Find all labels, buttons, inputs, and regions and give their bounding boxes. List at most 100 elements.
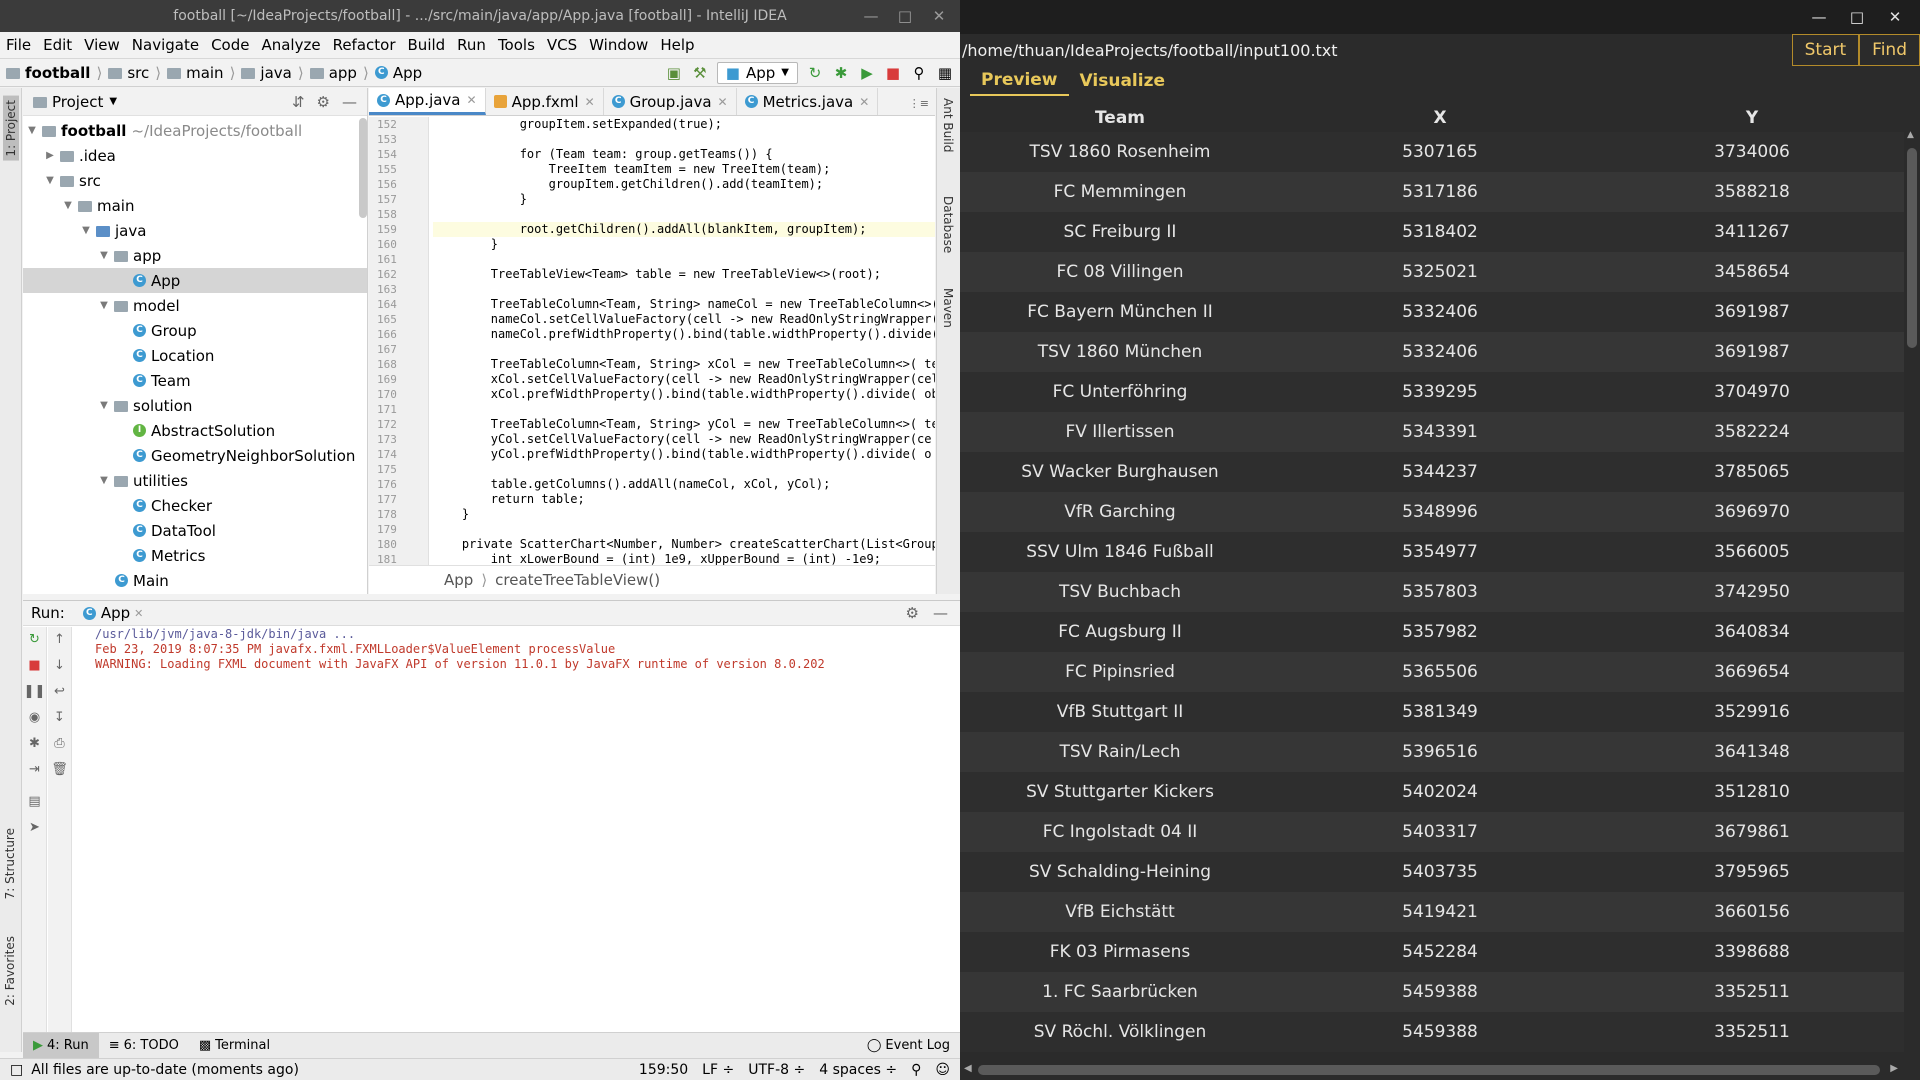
table-vertical-scrollbar[interactable]: ▲ — [1904, 130, 1920, 1060]
tree-item-main-class[interactable]: C Main — [23, 568, 367, 593]
camera-icon[interactable]: ◉ — [23, 705, 46, 731]
close-tab-icon[interactable]: ✕ — [467, 93, 477, 107]
table-row[interactable]: SC Freiburg II 5318402 3411267 — [960, 212, 1904, 252]
tree-item-team[interactable]: C Team — [23, 368, 367, 393]
minimize-icon[interactable]: — — [1802, 8, 1836, 26]
breadcrumb-app[interactable]: ⟩ app — [292, 64, 357, 82]
table-row[interactable]: FC Memmingen 5317186 3588218 — [960, 172, 1904, 212]
table-row[interactable]: SV Wacker Burghausen 5344237 3785065 — [960, 452, 1904, 492]
scrollbar-thumb[interactable] — [1907, 148, 1917, 348]
close-tab-icon[interactable]: ✕ — [718, 95, 728, 109]
run-config-select[interactable]: ■ App ▼ — [716, 61, 798, 84]
code-area[interactable]: 152 153 154 155 156 157 158 159 160 161 162 163 164 1… — [369, 117, 935, 565]
column-header-team[interactable]: Team — [960, 108, 1280, 128]
breadcrumb-main[interactable]: ⟩ main — [149, 64, 223, 82]
menu-tools[interactable]: Tools — [492, 36, 541, 54]
tool-tab-database[interactable]: Database — [941, 196, 955, 253]
arrow-up-icon[interactable]: ↑ — [48, 627, 71, 653]
tool-tab-run[interactable]: ▶ 4: Run — [23, 1032, 99, 1059]
table-row[interactable]: SSV Ulm 1846 Fußball 5354977 3566005 — [960, 532, 1904, 572]
search-icon[interactable]: ⚲ — [910, 64, 928, 82]
menu-code[interactable]: Code — [205, 36, 255, 54]
tree-item-main[interactable]: ▼ main — [23, 193, 367, 218]
line-separator[interactable]: LF ÷ — [702, 1062, 734, 1078]
scroll-right-icon[interactable]: ▶ — [1890, 1063, 1898, 1074]
breadcrumb-java[interactable]: ⟩ java — [224, 64, 292, 82]
tool-tab-project[interactable]: 1: Project — [3, 96, 19, 161]
trash-icon[interactable]: 🗑 — [48, 757, 71, 783]
close-icon[interactable]: ✕ — [922, 7, 956, 25]
rerun-icon[interactable]: ↻ — [806, 64, 824, 82]
table-row[interactable]: 1. FC Saarbrücken 5459388 3352511 — [960, 972, 1904, 1012]
tree-item-geometryneighborsolution[interactable]: C GeometryNeighborSolution — [23, 443, 367, 468]
tree-item-solution[interactable]: ▼ solution — [23, 393, 367, 418]
tab-metrics-java[interactable]: C Metrics.java ✕ — [737, 88, 879, 115]
close-tab-icon[interactable]: ✕ — [859, 95, 869, 109]
caret-position[interactable]: 159:50 — [639, 1062, 688, 1078]
tree-item-football[interactable]: ▼ football ~/IdeaProjects/football — [23, 118, 367, 143]
table-row[interactable]: FC Bayern München II 5332406 3691987 — [960, 292, 1904, 332]
find-button[interactable]: Find — [1859, 34, 1920, 66]
breadcrumb-project[interactable]: football — [6, 64, 90, 82]
editor-crumb-method[interactable]: createTreeTableView() — [495, 571, 660, 589]
menu-refactor[interactable]: Refactor — [327, 36, 402, 54]
tree-item-utilities[interactable]: ▼ utilities — [23, 468, 367, 493]
stop-icon[interactable]: ■ — [23, 653, 46, 679]
table-row[interactable]: FC Unterföhring 5339295 3704970 — [960, 372, 1904, 412]
tab-visualize[interactable]: Visualize — [1069, 66, 1176, 96]
tree-item-src[interactable]: ▼ src — [23, 168, 367, 193]
bug-icon[interactable]: ✱ — [23, 731, 46, 757]
table-row[interactable]: FK 03 Pirmasens 5452284 3398688 — [960, 932, 1904, 972]
table-row[interactable]: FC Pipinsried 5365506 3669654 — [960, 652, 1904, 692]
inspector-icon[interactable]: ☺ — [935, 1062, 950, 1078]
checkbox-icon[interactable]: □ — [10, 1062, 23, 1078]
tree-item-app[interactable]: ▼ app — [23, 243, 367, 268]
scrollbar-thumb[interactable] — [978, 1065, 1880, 1075]
table-row[interactable]: SV Stuttgarter Kickers 5402024 3512810 — [960, 772, 1904, 812]
tree-item-datatool[interactable]: C DataTool — [23, 518, 367, 543]
table-row[interactable]: TSV Rain/Lech 5396516 3641348 — [960, 732, 1904, 772]
close-tab-icon[interactable]: ✕ — [585, 95, 595, 109]
hammer-icon[interactable]: ⚒ — [691, 64, 709, 82]
structure-icon[interactable]: ▦ — [936, 64, 954, 82]
menu-file[interactable]: File — [0, 36, 37, 54]
teams-table[interactable]: Team X Y TSV 1860 Rosenheim 5307165 373400… — [960, 104, 1904, 1059]
gear-icon[interactable]: ⚙ — [317, 93, 330, 111]
tool-tab-terminal[interactable]: ▩ Terminal — [189, 1033, 280, 1059]
tree-item-metrics[interactable]: C Metrics — [23, 543, 367, 568]
project-panel-title[interactable]: Project — [52, 93, 103, 111]
tool-tab-maven[interactable]: Maven — [941, 288, 955, 328]
scroll-up-icon[interactable]: ▲ — [1907, 130, 1914, 140]
maximize-icon[interactable]: □ — [888, 7, 922, 25]
indent-setting[interactable]: 4 spaces ÷ — [819, 1062, 897, 1078]
stop-icon[interactable]: ■ — [884, 64, 902, 82]
pause-icon[interactable]: ❚❚ — [23, 679, 46, 705]
tab-group-java[interactable]: C Group.java ✕ — [604, 88, 737, 115]
coverage-icon[interactable]: ▶ — [858, 64, 876, 82]
hide-icon[interactable]: — — [933, 604, 948, 622]
table-row[interactable]: FC Ingolstadt 04 II 5403317 3679861 — [960, 812, 1904, 852]
tab-app-java[interactable]: C App.java ✕ — [369, 88, 486, 115]
tool-tab-structure[interactable]: 7: Structure — [3, 828, 17, 899]
close-icon[interactable]: ✕ — [1878, 8, 1912, 26]
tool-tab-todo[interactable]: ≡ 6: TODO — [99, 1033, 189, 1059]
minimize-icon[interactable]: — — [854, 7, 888, 25]
tab-preview[interactable]: Preview — [970, 66, 1069, 96]
close-tab-icon[interactable]: ✕ — [134, 607, 143, 620]
tree-item-app-class[interactable]: C App — [23, 268, 367, 293]
table-row[interactable]: FC Augsburg II 5357982 3640834 — [960, 612, 1904, 652]
debug-icon[interactable]: ✱ — [832, 64, 850, 82]
tree-item-java[interactable]: ▼ java — [23, 218, 367, 243]
tree-item-location[interactable]: C Location — [23, 343, 367, 368]
menu-help[interactable]: Help — [654, 36, 700, 54]
menu-navigate[interactable]: Navigate — [126, 36, 205, 54]
rerun-icon[interactable]: ↻ — [23, 627, 46, 653]
project-scrollbar[interactable] — [359, 118, 367, 218]
table-row[interactable]: VfB Eichstätt 5419421 3660156 — [960, 892, 1904, 932]
pin-icon[interactable]: ➤ — [23, 815, 46, 841]
soft-wrap-icon[interactable]: ↩ — [48, 679, 71, 705]
table-row[interactable]: FC 08 Villingen 5325021 3458654 — [960, 252, 1904, 292]
table-row[interactable]: SV Röchl. Völklingen 5459388 3352511 — [960, 1012, 1904, 1052]
table-row[interactable]: VfB Stuttgart II 5381349 3529916 — [960, 692, 1904, 732]
file-encoding[interactable]: UTF-8 ÷ — [748, 1062, 805, 1078]
